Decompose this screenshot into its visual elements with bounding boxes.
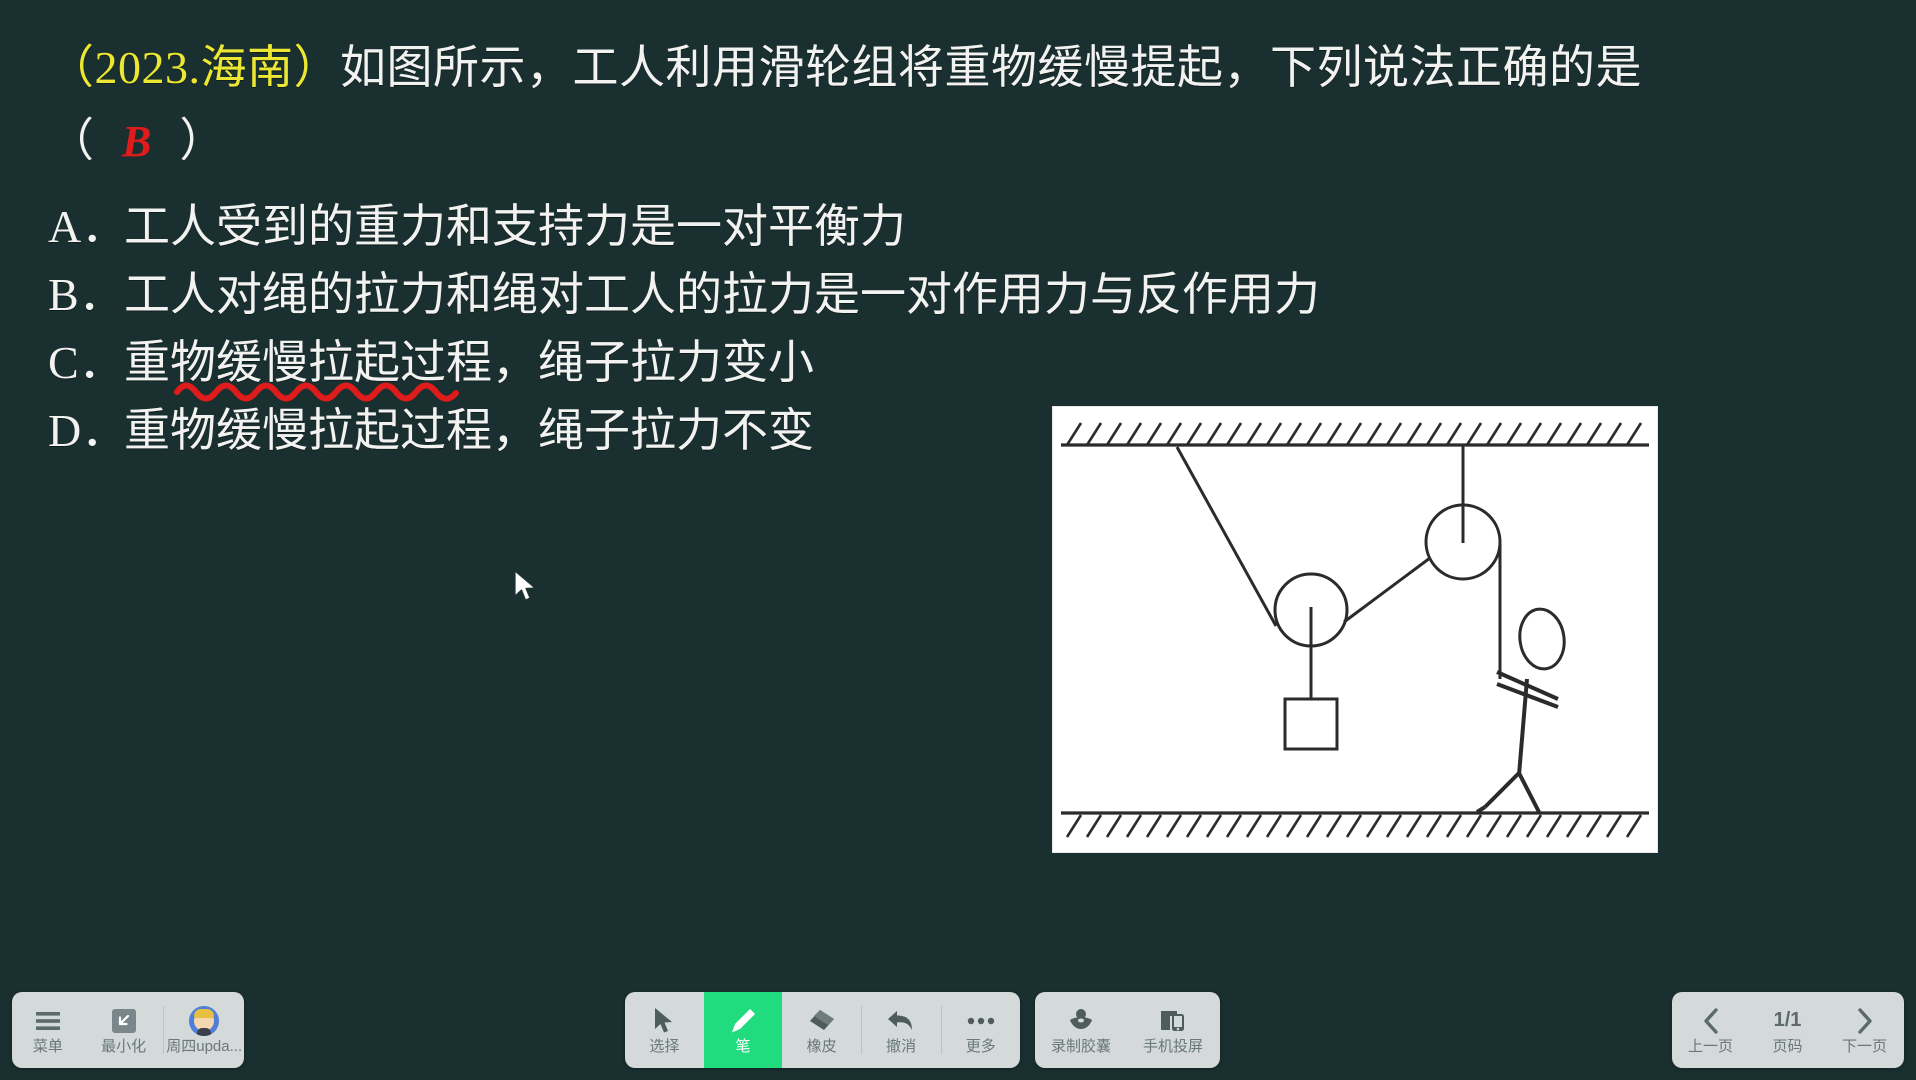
eraser-icon — [808, 1006, 836, 1036]
tool-undo[interactable]: 撤消 — [862, 992, 941, 1068]
media-panel: 录制胶囊 手机投屏 — [1035, 992, 1220, 1068]
option-text-d: 重物缓慢拉起过程，绳子拉力不变 — [124, 405, 814, 456]
mouse-cursor-icon — [514, 570, 536, 601]
left-toolbar-panel: 菜单 最小化 周四upda... — [12, 992, 244, 1068]
hamburger-icon — [35, 1006, 61, 1036]
pagination-panel: 上一页 1/1 页码 下一页 — [1672, 992, 1904, 1068]
answer-close-paren: ） — [179, 115, 226, 166]
next-page-button[interactable]: 下一页 — [1826, 992, 1903, 1068]
minimize-icon — [110, 1006, 138, 1036]
answer-line: （ B ） — [48, 105, 1868, 178]
option-row-b: B．工人对绳的拉力和绳对工人的拉力是一对作用力与反作用力 — [48, 264, 1348, 326]
record-capsule-label: 录制胶囊 — [1050, 1037, 1111, 1055]
account-button[interactable]: 周四upda... — [164, 992, 244, 1068]
option-label-c: C． — [48, 337, 125, 388]
avatar — [189, 1005, 220, 1036]
option-text-b: 工人对绳的拉力和绳对工人的拉力是一对作用力与反作用力 — [124, 269, 1320, 320]
minimize-label: 最小化 — [101, 1037, 147, 1055]
menu-label: 菜单 — [32, 1037, 63, 1055]
minimize-button[interactable]: 最小化 — [84, 992, 164, 1068]
page-number-value: 1/1 — [1773, 1009, 1802, 1031]
answer-open-paren: （ — [48, 115, 94, 166]
tool-undo-label: 撤消 — [886, 1037, 917, 1055]
page-indicator[interactable]: 1/1 页码 — [1749, 992, 1826, 1068]
prev-page-label: 上一页 — [1687, 1037, 1733, 1055]
tool-more-label: 更多 — [965, 1037, 996, 1055]
avatar-icon — [189, 1005, 220, 1036]
tool-select[interactable]: 选择 — [625, 992, 704, 1068]
phone-cast-label: 手机投屏 — [1142, 1037, 1203, 1055]
next-page-label: 下一页 — [1841, 1037, 1887, 1055]
source-tag: （2023.海南） — [48, 42, 340, 93]
avatar-body — [197, 1027, 212, 1036]
cast-icon — [1159, 1006, 1187, 1036]
option-text-a: 工人受到的重力和支持力是一对平衡力 — [124, 201, 906, 252]
page-number-label: 页码 — [1772, 1037, 1803, 1055]
option-label-a: A． — [48, 201, 128, 252]
question-block: （2023.海南）如图所示，工人利用滑轮组将重物缓慢提起，下列说法正确的是 （ B… — [48, 30, 1868, 178]
record-capsule-button[interactable]: 录制胶囊 — [1035, 992, 1127, 1068]
cursor-icon — [653, 1006, 675, 1036]
option-label-b: B． — [48, 269, 125, 320]
question-line: （2023.海南）如图所示，工人利用滑轮组将重物缓慢提起，下列说法正确的是 — [48, 30, 1868, 105]
pen-icon — [729, 1006, 757, 1036]
tool-eraser-label: 橡皮 — [806, 1037, 837, 1055]
menu-button[interactable]: 菜单 — [12, 992, 84, 1068]
undo-arrow-icon — [886, 1006, 916, 1036]
tool-eraser[interactable]: 橡皮 — [782, 992, 861, 1068]
tool-pen[interactable]: 笔 — [703, 992, 783, 1068]
record-icon — [1067, 1006, 1095, 1036]
tool-select-label: 选择 — [649, 1037, 680, 1055]
option-row-a: A．工人受到的重力和支持力是一对平衡力 — [48, 196, 1348, 258]
answer-letter: B — [122, 117, 152, 166]
question-text: 如图所示，工人利用滑轮组将重物缓慢提起，下列说法正确的是 — [340, 42, 1642, 93]
tool-more[interactable]: 更多 — [941, 992, 1020, 1068]
account-label: 周四upda... — [166, 1037, 243, 1055]
chevron-left-icon — [1701, 1006, 1721, 1036]
pulley-diagram-image — [1052, 406, 1658, 853]
chevron-right-icon — [1855, 1006, 1875, 1036]
option-label-d: D． — [48, 405, 128, 456]
tools-panel: 选择 笔 橡皮 撤消 更多 — [625, 992, 1020, 1068]
phone-cast-button[interactable]: 手机投屏 — [1127, 992, 1219, 1068]
tool-pen-label: 笔 — [735, 1037, 751, 1055]
option-text-c: 重物缓慢拉起过程，绳子拉力变小 — [124, 337, 814, 388]
ellipsis-icon — [967, 1006, 995, 1036]
bottom-toolbar: 菜单 最小化 周四upda... 选择 笔 橡皮 撤消 更多 录制胶囊 手机投屏… — [0, 980, 1916, 1080]
avatar-hair — [194, 1008, 215, 1018]
option-row-c: C．重物缓慢拉起过程，绳子拉力变小 — [48, 332, 1348, 402]
slide-canvas[interactable]: （2023.海南）如图所示，工人利用滑轮组将重物缓慢提起，下列说法正确的是 （ B… — [0, 0, 1916, 1000]
prev-page-button[interactable]: 上一页 — [1672, 992, 1749, 1068]
